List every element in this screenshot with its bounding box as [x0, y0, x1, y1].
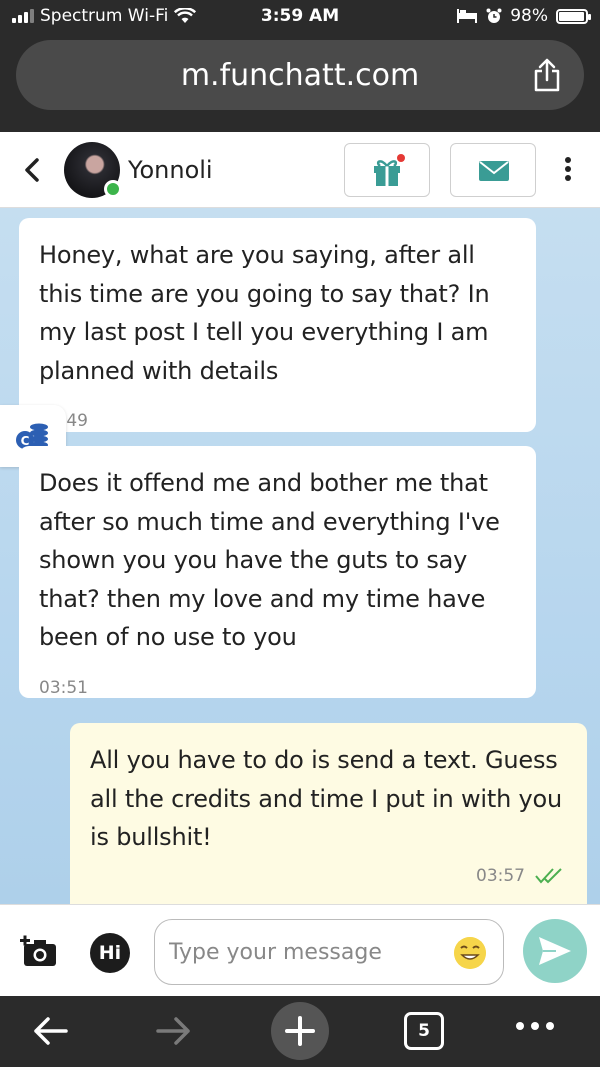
message-text: Does it offend me and bother me that aft… [39, 469, 500, 651]
emoji-icon[interactable] [454, 937, 486, 969]
back-chevron-icon[interactable] [20, 156, 44, 184]
tab-switcher-button[interactable]: 5 [404, 1012, 444, 1050]
message-time: 03:49 [39, 402, 516, 441]
chat-header: Yonnoli [0, 132, 600, 208]
battery-icon [556, 8, 591, 24]
message-composer: Hi [0, 904, 600, 996]
forward-arrow-icon[interactable] [154, 1008, 194, 1054]
message-input[interactable] [154, 919, 504, 985]
battery-percent: 98% [510, 6, 548, 26]
send-button[interactable] [523, 919, 587, 983]
message-time: 03:57 [476, 865, 525, 886]
share-icon[interactable] [532, 58, 562, 92]
status-bar: Spectrum Wi-Fi 3:59 AM 98% [0, 0, 600, 34]
mail-icon [479, 161, 509, 181]
more-options-icon[interactable] [558, 154, 578, 188]
gift-button[interactable] [344, 143, 430, 197]
status-right: 98% [456, 6, 591, 26]
message-incoming: Does it offend me and bother me that aft… [19, 446, 536, 698]
message-incoming: Honey, what are you saying, after all th… [19, 218, 536, 432]
message-text: All you have to do is send a text. Guess… [90, 746, 563, 851]
send-icon [539, 937, 571, 965]
url-text[interactable]: m.funchatt.com [16, 58, 584, 93]
camera-add-icon[interactable] [20, 935, 58, 969]
browser-top-chrome: Spectrum Wi-Fi 3:59 AM 98% m.funchatt.co… [0, 0, 600, 132]
message-outgoing: All you have to do is send a text. Guess… [70, 723, 587, 904]
alarm-icon [486, 8, 502, 23]
plus-icon [285, 1016, 315, 1046]
message-meta: 03:57 [476, 857, 565, 896]
browser-more-icon[interactable] [516, 1022, 560, 1067]
mail-button[interactable] [450, 143, 536, 197]
message-time: 03:51 [39, 677, 88, 698]
browser-bottom-bar: 5 [0, 996, 600, 1067]
gift-icon [374, 154, 405, 186]
back-arrow-icon[interactable] [30, 1008, 70, 1054]
hi-button[interactable]: Hi [90, 933, 130, 973]
new-tab-button[interactable] [271, 1002, 329, 1060]
bed-icon [457, 9, 478, 23]
read-check-icon [535, 868, 562, 884]
url-bar[interactable]: m.funchatt.com [16, 40, 584, 110]
message-list[interactable]: Honey, what are you saying, after all th… [0, 208, 600, 904]
contact-name[interactable]: Yonnoli [128, 156, 213, 184]
online-indicator [104, 180, 122, 198]
battery-level [559, 11, 585, 21]
message-text: Honey, what are you saying, after all th… [39, 241, 490, 385]
